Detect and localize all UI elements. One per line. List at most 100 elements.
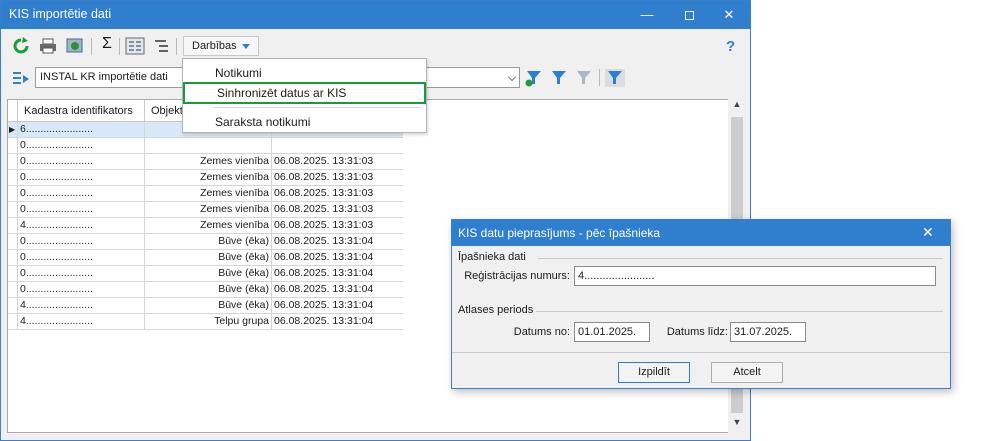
list-settings-icon[interactable] [11,69,31,87]
row-indicator [8,266,18,281]
date-cell: 06.08.2025. 13:31:04 [274,267,374,279]
window-title: KIS importētie dati [9,7,112,21]
print-icon[interactable] [38,37,58,55]
actions-dropdown-label: Darbības [192,40,237,52]
date-from-input[interactable]: 01.01.2025. [574,322,650,342]
group-divider [538,258,943,259]
tree-icon[interactable] [152,37,172,55]
cadastral-id-cell: 0....................... [18,138,145,153]
table-row[interactable]: 4....................... Zemes vienība 06.… [8,218,403,234]
toolbar-separator [91,38,92,55]
refresh-icon[interactable] [11,37,31,55]
object-type-cell: Zemes vienība [145,186,272,201]
toolbar-separator [599,69,600,86]
row-indicator [8,218,18,233]
dialog-title-bar: KIS datu pieprasījums - pēc īpašnieka ✕ [452,220,950,246]
filter-apply-icon[interactable] [549,69,569,87]
actions-menu: Notikumi Sinhronizēt datus ar KIS Saraks… [182,58,427,133]
registration-number-input[interactable]: 4....................... [574,266,936,286]
object-type-cell: Būve (ēka) [145,234,272,249]
date-to-input[interactable]: 31.07.2025. [730,322,806,342]
cancel-button[interactable]: Atcelt [711,362,783,383]
row-indicator: ▶ [8,122,18,137]
table-row[interactable]: 0....................... Zemes vienība 06.… [8,202,403,218]
cadastral-id-cell: 4....................... [18,218,145,233]
help-icon[interactable]: ? [726,38,735,55]
export-icon[interactable] [65,37,85,55]
maximize-button[interactable] [667,1,711,29]
menu-item-notikumi[interactable]: Notikumi [183,62,426,84]
object-type-cell: Zemes vienība [145,170,272,185]
table-row[interactable]: 0....................... Būve (ēka) 06.08.… [8,234,403,250]
dialog-title: KIS datu pieprasījums - pēc īpašnieka [458,226,661,240]
table-row[interactable]: 0....................... Zemes vienība 06.… [8,186,403,202]
period-group-label: Atlases periods [458,304,534,316]
row-indicator [8,202,18,217]
table-row[interactable]: 0....................... [8,138,403,154]
table-row[interactable]: 0....................... Būve (ēka) 06.08.… [8,266,403,282]
row-indicator [8,186,18,201]
maximize-icon [684,11,694,21]
date-from-label: Datums no: [513,326,570,338]
cadastral-id-cell: 0....................... [18,282,145,297]
group-divider [536,311,943,312]
object-type-cell: Būve (ēka) [145,282,272,297]
table-row[interactable]: 4....................... Telpu grupa 06.08… [8,314,403,330]
object-type-cell: Būve (ēka) [145,266,272,281]
filter-add-icon[interactable] [524,69,544,87]
table-row[interactable]: 0....................... Zemes vienība 06.… [8,170,403,186]
date-cell [272,138,399,153]
row-indicator [8,298,18,313]
row-indicator [8,138,18,153]
cadastral-id-cell: 0....................... [18,234,145,249]
row-indicator-header [8,100,18,122]
date-cell: 06.08.2025. 13:31:04 [274,299,374,311]
row-indicator [8,250,18,265]
sum-icon[interactable]: Σ [97,35,117,53]
table-row[interactable]: 0....................... Zemes vienība 06.… [8,154,403,170]
table-row[interactable]: 4....................... Būve (ēka) 06.08.… [8,298,403,314]
dialog-close-button[interactable]: ✕ [922,224,934,241]
menu-item-list-events[interactable]: Saraksta notikumi [183,111,426,133]
table-row[interactable]: 0....................... Būve (ēka) 06.08.… [8,250,403,266]
cadastral-id-cell: 0....................... [18,154,145,169]
row-indicator [8,170,18,185]
menu-separator [213,107,421,108]
cadastral-id-cell: 0....................... [18,170,145,185]
object-type-cell [145,138,272,153]
run-button[interactable]: Izpildīt [618,362,690,383]
filter-clear-icon[interactable] [574,69,594,87]
close-button[interactable]: ✕ [707,1,751,29]
date-cell: 06.08.2025. 13:31:03 [274,203,374,215]
date-to-label: Datums līdz: [666,326,728,338]
cadastral-id-cell: 6....................... [18,122,145,137]
filter-toggle-icon[interactable] [605,69,625,87]
date-cell: 06.08.2025. 13:31:04 [274,235,374,247]
scroll-down-icon[interactable]: ▼ [728,417,746,433]
minimize-button[interactable]: — [625,1,669,29]
columns-icon[interactable] [125,37,145,55]
date-cell: 06.08.2025. 13:31:03 [274,155,374,167]
scroll-up-icon[interactable]: ▲ [728,99,746,115]
menu-item-sync-kis[interactable]: Sinhronizēt datus ar KIS [183,82,426,104]
registration-label: Reģistrācijas numurs: [464,270,570,282]
date-cell: 06.08.2025. 13:31:04 [274,283,374,295]
cadastral-id-cell: 0....................... [18,202,145,217]
chevron-down-icon [508,73,516,81]
dialog-footer [452,352,950,388]
row-indicator [8,282,18,297]
column-header[interactable]: Kadastra identifikators [18,100,145,122]
title-bar: KIS importētie dati — ✕ [1,1,750,29]
cadastral-id-cell: 4....................... [18,314,145,329]
cadastral-id-cell: 0....................... [18,186,145,201]
actions-dropdown-button[interactable]: Darbības [183,36,259,56]
date-cell: 06.08.2025. 13:31:03 [274,219,374,231]
table-row[interactable]: 0....................... Būve (ēka) 06.08.… [8,282,403,298]
date-cell: 06.08.2025. 13:31:04 [274,251,374,263]
owner-group-label: Īpašnieka dati [458,251,526,263]
cadastral-id-cell: 4....................... [18,298,145,313]
object-type-cell: Zemes vienība [145,218,272,233]
date-cell: 06.08.2025. 13:31:03 [274,171,374,183]
toolbar-separator [119,38,120,55]
row-indicator [8,234,18,249]
